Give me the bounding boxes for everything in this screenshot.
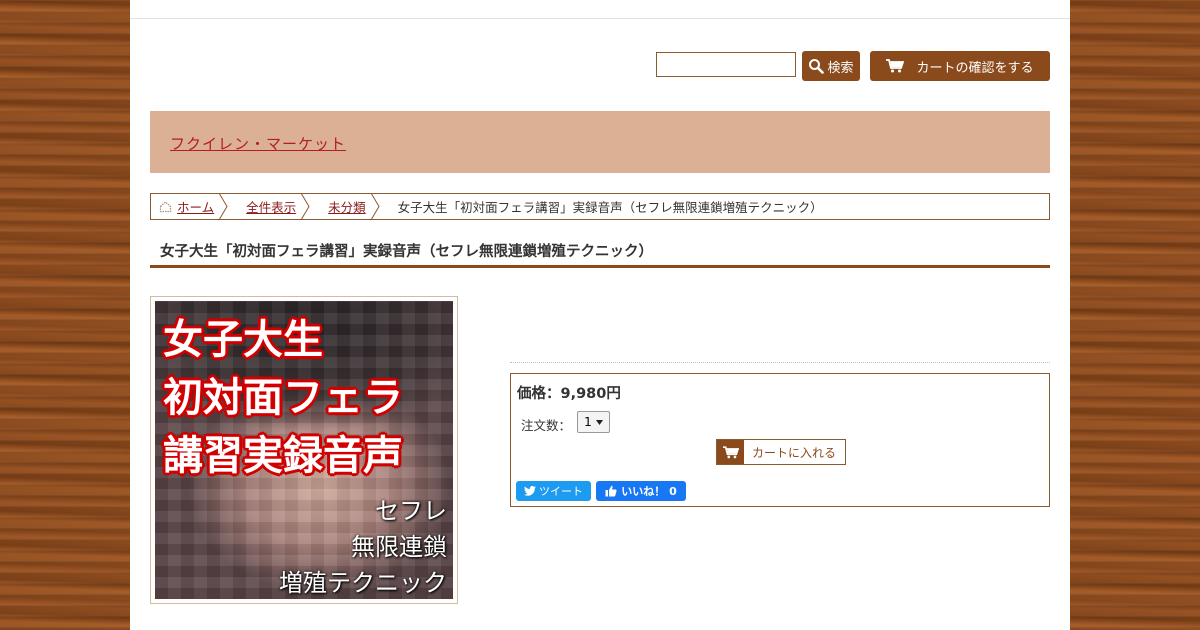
image-sub-line: 無限連鎖 bbox=[351, 533, 447, 561]
breadcrumb-all[interactable]: 全件表示 bbox=[238, 193, 320, 220]
view-cart-label: カートの確認をする bbox=[916, 60, 1034, 76]
shop-name-link[interactable]: フクイレン・マーケット bbox=[170, 133, 346, 154]
product-title: 女子大生「初対面フェラ講習」実録音声（セフレ無限連鎖増殖テクニック） bbox=[150, 230, 1050, 268]
page-container: 検索 カートの確認をする フクイレン・マーケット ホーム 全件表示 未分類 女子… bbox=[130, 0, 1070, 630]
image-headline-line: 初対面フェラ bbox=[163, 375, 403, 421]
dropdown-arrow-icon bbox=[595, 419, 603, 425]
breadcrumb-uncategorized[interactable]: 未分類 bbox=[320, 193, 390, 220]
view-cart-button[interactable]: カートの確認をする bbox=[870, 51, 1050, 81]
image-headline-line: 女子大生 bbox=[163, 317, 323, 363]
breadcrumb-separator-icon bbox=[218, 193, 228, 220]
add-to-cart-label: カートに入れる bbox=[752, 445, 837, 460]
product-image[interactable]: 女子大生 初対面フェラ 講習実録音声 セフレ 無限連鎖 増殖テクニック bbox=[150, 296, 458, 604]
quantity-value: 1 bbox=[584, 415, 592, 429]
section-divider bbox=[510, 362, 1050, 363]
tweet-button[interactable]: ツイート bbox=[516, 481, 591, 501]
breadcrumb-link-all[interactable]: 全件表示 bbox=[246, 197, 296, 216]
like-label: いいね！ 0 bbox=[621, 485, 677, 498]
search-button-label: 検索 bbox=[827, 60, 854, 76]
image-sub-line: セフレ bbox=[375, 497, 447, 525]
image-sub-line: 増殖テクニック bbox=[279, 569, 447, 597]
cart-icon bbox=[886, 59, 905, 73]
product-image-content: 女子大生 初対面フェラ 講習実録音声 セフレ 無限連鎖 増殖テクニック bbox=[155, 301, 453, 599]
facebook-like-button[interactable]: いいね！ 0 bbox=[596, 481, 686, 501]
purchase-box: 価格：9,980円 注文数： 1 カートに入れる ツイート いいね！ 0 bbox=[510, 373, 1050, 507]
search-input[interactable] bbox=[656, 52, 796, 77]
cart-icon-box bbox=[717, 440, 744, 464]
breadcrumb-link-uncategorized[interactable]: 未分類 bbox=[328, 197, 366, 216]
twitter-bird-icon bbox=[524, 486, 536, 496]
add-to-cart-button[interactable]: カートに入れる bbox=[716, 439, 846, 465]
breadcrumb-link-home[interactable]: ホーム bbox=[177, 197, 214, 216]
thumbs-up-icon bbox=[605, 485, 617, 497]
breadcrumb-current: 女子大生「初対面フェラ講習」実録音声（セフレ無限連鎖増殖テクニック） bbox=[397, 200, 823, 215]
cart-icon bbox=[722, 445, 739, 458]
search-icon bbox=[809, 59, 825, 74]
home-icon bbox=[159, 201, 172, 213]
breadcrumb-separator-icon bbox=[370, 193, 380, 220]
search-button[interactable]: 検索 bbox=[802, 51, 860, 81]
top-divider bbox=[130, 18, 1070, 22]
breadcrumb-separator-icon bbox=[300, 193, 310, 220]
shop-banner: フクイレン・マーケット bbox=[150, 111, 1050, 173]
tweet-label: ツイート bbox=[539, 485, 583, 498]
breadcrumb-home[interactable]: ホーム bbox=[151, 193, 238, 220]
image-headline-line: 講習実録音声 bbox=[163, 433, 403, 479]
quantity-label: 注文数： bbox=[521, 418, 572, 433]
product-price: 価格：9,980円 bbox=[517, 386, 621, 402]
breadcrumb: ホーム 全件表示 未分類 女子大生「初対面フェラ講習」実録音声（セフレ無限連鎖増… bbox=[150, 193, 1050, 220]
quantity-select[interactable]: 1 bbox=[577, 411, 610, 433]
